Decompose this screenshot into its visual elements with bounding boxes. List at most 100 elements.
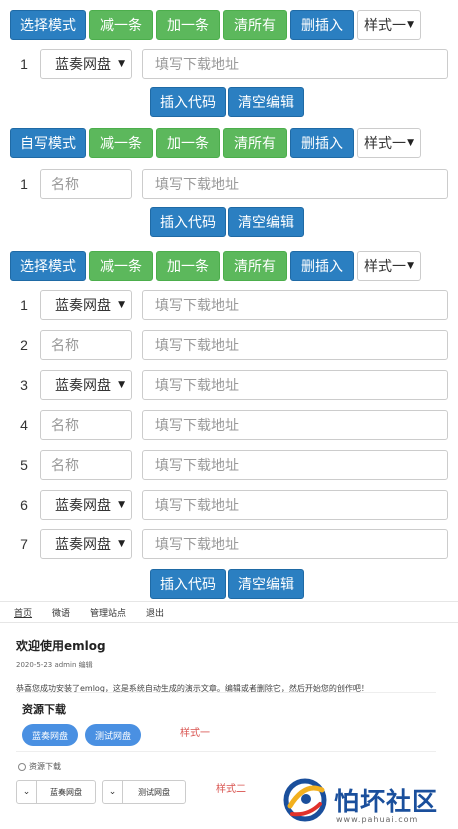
clear-all-button[interactable]: 清所有 xyxy=(223,251,287,281)
style-select[interactable]: 样式一 ▼ xyxy=(357,10,421,40)
resource-title: 资源下载 xyxy=(22,703,66,716)
download-url-input[interactable]: 填写下载地址 xyxy=(142,529,448,559)
actions-1: 插入代码 清空编辑 xyxy=(150,87,304,117)
caret-down-icon: ▼ xyxy=(118,300,125,310)
nav-logout[interactable]: 退出 xyxy=(146,606,164,619)
link-row: 1 蓝奏网盘 ▼ 填写下载地址 xyxy=(10,290,450,320)
disk-type-value: 蓝奏网盘 xyxy=(55,498,111,514)
row-number: 7 xyxy=(20,536,28,552)
test-disk-download-button[interactable]: ⌄ 测试网盘 xyxy=(102,780,186,804)
delete-insert-button[interactable]: 删插入 xyxy=(290,251,354,281)
lanzou-disk-pill-button[interactable]: 蓝奏网盘 xyxy=(22,724,78,746)
caret-down-icon: ▼ xyxy=(407,20,414,30)
attachment-label: 资源下载 xyxy=(29,762,61,771)
row-number: 4 xyxy=(20,417,28,433)
add-row-button[interactable]: 加一条 xyxy=(156,251,220,281)
download-url-input[interactable]: 填写下载地址 xyxy=(142,410,448,440)
download-url-input[interactable]: 填写下载地址 xyxy=(142,370,448,400)
disk-type-select[interactable]: 蓝奏网盘 ▼ xyxy=(40,529,132,559)
insert-code-button[interactable]: 插入代码 xyxy=(150,207,226,237)
attachment-heading: 资源下载 xyxy=(18,761,61,772)
name-input[interactable]: 名称 xyxy=(40,330,132,360)
remove-row-button[interactable]: 减一条 xyxy=(89,10,153,40)
row-number: 1 xyxy=(20,56,28,72)
toolbar-2: 自写模式 减一条 加一条 清所有 删插入 样式一 ▼ xyxy=(10,128,421,158)
download-url-input[interactable]: 填写下载地址 xyxy=(142,169,448,199)
link-row: 1 名称 填写下载地址 xyxy=(10,169,450,199)
disk-type-select[interactable]: 蓝奏网盘 ▼ xyxy=(40,490,132,520)
row-number: 5 xyxy=(20,457,28,473)
pahuai-logo-icon xyxy=(283,778,327,822)
divider xyxy=(0,601,458,602)
test-disk-pill-button[interactable]: 测试网盘 xyxy=(85,724,141,746)
divider xyxy=(0,622,458,623)
style-select[interactable]: 样式一 ▼ xyxy=(357,128,421,158)
download-url-input[interactable]: 填写下载地址 xyxy=(142,450,448,480)
style-select-value: 样式一 xyxy=(364,18,406,34)
actions-2: 插入代码 清空编辑 xyxy=(150,207,304,237)
download-url-input[interactable]: 填写下载地址 xyxy=(142,49,448,79)
style-select[interactable]: 样式一 ▼ xyxy=(357,251,421,281)
link-row: 3 蓝奏网盘 ▼ 填写下载地址 xyxy=(10,370,450,400)
watermark-url: www.pahuai.com xyxy=(336,815,419,824)
name-input[interactable]: 名称 xyxy=(40,450,132,480)
disk-type-value: 蓝奏网盘 xyxy=(55,378,111,394)
clear-all-button[interactable]: 清所有 xyxy=(223,10,287,40)
link-row: 1 蓝奏网盘 ▼ 填写下载地址 xyxy=(10,49,450,79)
disk-type-select[interactable]: 蓝奏网盘 ▼ xyxy=(40,290,132,320)
nav-home[interactable]: 首页 xyxy=(14,606,32,619)
style-two-label: 样式二 xyxy=(216,784,246,795)
delete-insert-button[interactable]: 删插入 xyxy=(290,10,354,40)
name-input[interactable]: 名称 xyxy=(40,169,132,199)
style-select-value: 样式一 xyxy=(364,259,406,275)
download-label: 测试网盘 xyxy=(138,787,170,797)
name-input[interactable]: 名称 xyxy=(40,410,132,440)
paperclip-icon xyxy=(18,762,26,771)
link-row: 4 名称 填写下载地址 xyxy=(10,410,450,440)
clear-edit-button[interactable]: 清空编辑 xyxy=(228,569,304,599)
link-row: 7 蓝奏网盘 ▼ 填写下载地址 xyxy=(10,529,450,559)
row-number: 3 xyxy=(20,377,28,393)
remove-row-button[interactable]: 减一条 xyxy=(89,251,153,281)
remove-row-button[interactable]: 减一条 xyxy=(89,128,153,158)
insert-code-button[interactable]: 插入代码 xyxy=(150,569,226,599)
select-mode-button[interactable]: 选择模式 xyxy=(10,10,86,40)
add-row-button[interactable]: 加一条 xyxy=(156,10,220,40)
site-nav: 首页 微语 管理站点 退出 xyxy=(14,606,164,619)
caret-down-icon: ▼ xyxy=(118,59,125,69)
insert-code-button[interactable]: 插入代码 xyxy=(150,87,226,117)
disk-type-select[interactable]: 蓝奏网盘 ▼ xyxy=(40,49,132,79)
caret-down-icon: ▼ xyxy=(118,380,125,390)
resource-box-style-1 xyxy=(16,692,436,752)
download-url-input[interactable]: 填写下载地址 xyxy=(142,330,448,360)
post-meta: 2020-5-23 admin 编辑 xyxy=(16,661,93,669)
download-url-input[interactable]: 填写下载地址 xyxy=(142,490,448,520)
download-url-input[interactable]: 填写下载地址 xyxy=(142,290,448,320)
watermark-text: 怕坏社区 xyxy=(334,787,439,816)
clear-all-button[interactable]: 清所有 xyxy=(223,128,287,158)
caret-down-icon: ▼ xyxy=(118,539,125,549)
lanzou-disk-download-button[interactable]: ⌄ 蓝奏网盘 xyxy=(16,780,96,804)
disk-type-select[interactable]: 蓝奏网盘 ▼ xyxy=(40,370,132,400)
download-label: 蓝奏网盘 xyxy=(50,787,82,797)
caret-down-icon: ▼ xyxy=(118,500,125,510)
toolbar-3: 选择模式 减一条 加一条 清所有 删插入 样式一 ▼ xyxy=(10,251,421,281)
row-number: 1 xyxy=(20,176,28,192)
link-row: 5 名称 填写下载地址 xyxy=(10,450,450,480)
nav-admin[interactable]: 管理站点 xyxy=(90,606,126,619)
caret-down-icon: ▼ xyxy=(407,138,414,148)
clear-edit-button[interactable]: 清空编辑 xyxy=(228,207,304,237)
delete-insert-button[interactable]: 删插入 xyxy=(290,128,354,158)
nav-microblog[interactable]: 微语 xyxy=(52,606,70,619)
select-mode-button[interactable]: 选择模式 xyxy=(10,251,86,281)
link-row: 6 蓝奏网盘 ▼ 填写下载地址 xyxy=(10,490,450,520)
add-row-button[interactable]: 加一条 xyxy=(156,128,220,158)
style-one-label: 样式一 xyxy=(180,728,210,739)
clear-edit-button[interactable]: 清空编辑 xyxy=(228,87,304,117)
post-title[interactable]: 欢迎使用emlog xyxy=(16,637,106,654)
style-select-value: 样式一 xyxy=(364,136,406,152)
disk-type-value: 蓝奏网盘 xyxy=(55,537,111,553)
chevron-down-icon: ⌄ xyxy=(17,781,37,803)
custom-mode-button[interactable]: 自写模式 xyxy=(10,128,86,158)
row-number: 1 xyxy=(20,297,28,313)
